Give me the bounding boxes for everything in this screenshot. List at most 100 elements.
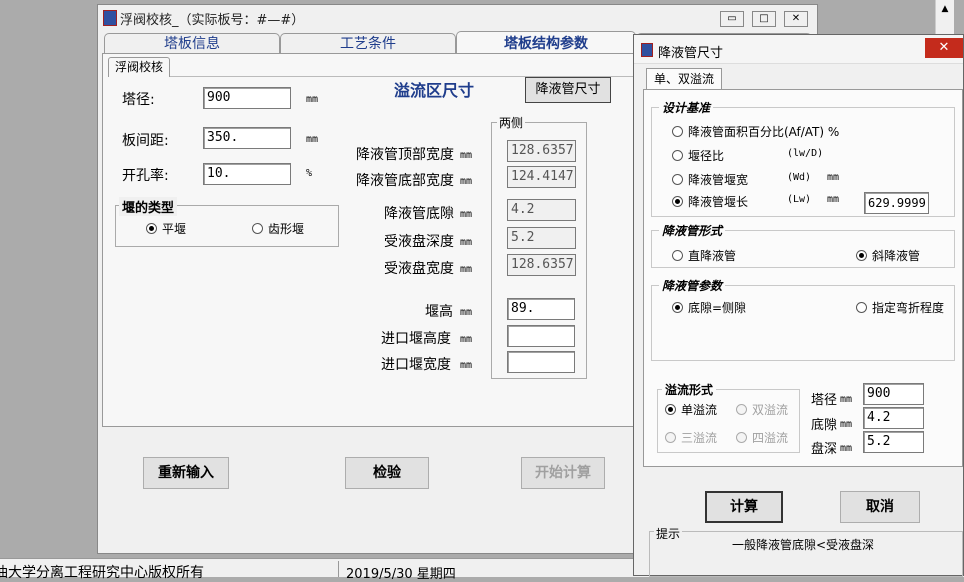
scroll-up-icon[interactable]: ▲ <box>936 0 954 14</box>
radio-selected-icon <box>665 404 676 415</box>
dialog-calc-button[interactable]: 计算 <box>705 491 783 523</box>
open-ratio-input[interactable]: 10. <box>203 163 291 185</box>
reset-button[interactable]: 重新输入 <box>143 457 229 489</box>
weir-height-label: 堰高 <box>425 304 453 320</box>
date-text: 2019/5/30 星期四 <box>346 567 456 582</box>
dialog-clearance-input[interactable]: 4.2 <box>863 407 924 429</box>
params-option-label: 指定弯折程度 <box>872 301 945 315</box>
row-label: 受液盘宽度 <box>384 261 454 277</box>
inlet-weir-width-label: 进口堰宽度 <box>381 357 451 373</box>
tab-plate-structure[interactable]: 塔板结构参数 <box>456 31 636 55</box>
row-unit: mm <box>460 209 473 220</box>
dialog-title-bar: 降液管尺寸 ✕ <box>634 35 963 64</box>
right-field-unit: mm <box>840 394 853 405</box>
right-field-label: 盘深 <box>811 442 838 457</box>
radio-selected-icon <box>146 223 157 234</box>
basis-sym: (Wd) <box>787 172 812 183</box>
double-overflow-radio[interactable]: 双溢流 <box>736 401 788 418</box>
downcomer-clearance-field: 4.2 <box>507 199 576 221</box>
dialog-close-button[interactable]: ✕ <box>925 38 963 58</box>
dialog-pan-depth-input[interactable]: 5.2 <box>863 431 924 453</box>
row-unit: mm <box>460 176 473 187</box>
minimize-button[interactable]: ▭ <box>720 11 744 27</box>
start-calc-button[interactable]: 开始计算 <box>521 457 605 489</box>
basis-sym: (lw/D) <box>787 148 824 159</box>
weir-tooth-radio[interactable]: 齿形堰 <box>252 220 304 237</box>
radio-icon <box>672 250 683 261</box>
inlet-weir-height-input[interactable] <box>507 325 575 347</box>
dialog-diameter-input[interactable]: 900 <box>863 383 924 405</box>
spacing-unit: mm <box>306 134 319 145</box>
sloped-downcomer-radio[interactable]: 斜降液管 <box>856 247 920 264</box>
quad-overflow-radio[interactable]: 四溢流 <box>736 429 788 446</box>
right-field-unit: mm <box>840 419 853 430</box>
specify-bend-radio[interactable]: 指定弯折程度 <box>856 299 944 316</box>
straight-downcomer-radio[interactable]: 直降液管 <box>672 247 736 264</box>
overflow-option-label: 双溢流 <box>752 403 789 417</box>
design-basis-title: 设计基准 <box>659 99 714 116</box>
inlet-weir-width-input[interactable] <box>507 351 575 373</box>
downcomer-size-button[interactable]: 降液管尺寸 <box>525 77 611 103</box>
close-button[interactable]: ✕ <box>784 11 808 27</box>
overflow-option-label: 三溢流 <box>681 431 718 445</box>
radio-icon <box>672 126 683 137</box>
tab-process-conditions[interactable]: 工艺条件 <box>280 33 456 53</box>
weir-flat-label: 平堰 <box>162 222 187 236</box>
row-label: 受液盘深度 <box>384 234 454 250</box>
dialog-title: 降液管尺寸 <box>658 46 724 61</box>
spacing-label: 板间距: <box>122 133 169 149</box>
downcomer-form-title: 降液管形式 <box>659 222 726 239</box>
radio-icon <box>665 432 676 443</box>
radio-selected-icon <box>856 250 867 261</box>
radio-icon <box>672 174 683 185</box>
check-button[interactable]: 检验 <box>345 457 429 489</box>
subtab-label: 浮阀校核 <box>114 60 163 74</box>
bottom-equals-side-radio[interactable]: 底隙=侧隙 <box>672 299 746 316</box>
downcomer-params-title: 降液管参数 <box>659 277 726 294</box>
weir-height-input[interactable]: 89. <box>507 298 575 320</box>
inlet-weir-height-label: 进口堰高度 <box>381 331 451 347</box>
open-ratio-label: 开孔率: <box>122 168 169 184</box>
row-label: 降液管顶部宽度 <box>356 147 454 163</box>
dialog-app-icon <box>641 43 653 57</box>
dialog-tab-overflow[interactable]: 单、双溢流 <box>646 68 722 90</box>
row-unit: mm <box>460 150 473 161</box>
spacing-input[interactable]: 350. <box>203 127 291 149</box>
tab-plate-info[interactable]: 塔板信息 <box>104 33 280 53</box>
downcomer-top-width-field: 128.6357 <box>507 140 576 162</box>
basis-weir-ratio-radio[interactable]: 堰径比 <box>672 147 724 164</box>
weir-length-input[interactable]: 629.9999 <box>864 192 929 214</box>
diameter-label: 塔径: <box>122 92 155 108</box>
basis-option-label: 降液管堰长 <box>688 195 749 209</box>
downcomer-dialog: 降液管尺寸 ✕ 单、双溢流 设计基准 降液管面积百分比(Af/AT) % 堰径比… <box>633 34 964 577</box>
diameter-input[interactable]: 900 <box>203 87 291 109</box>
radio-selected-icon <box>672 302 683 313</box>
maximize-button[interactable]: □ <box>752 11 776 27</box>
weir-flat-radio[interactable]: 平堰 <box>146 220 186 237</box>
basis-option-label: 堰径比 <box>688 149 725 163</box>
tab-label: 塔板信息 <box>164 36 220 52</box>
overflow-option-label: 单溢流 <box>681 403 718 417</box>
downcomer-params-group <box>651 285 955 361</box>
inlet-weir-width-unit: mm <box>460 360 473 371</box>
basis-weir-length-radio[interactable]: 降液管堰长 <box>672 193 748 210</box>
hint-text: 一般降液管底隙<受液盘深 <box>732 538 875 552</box>
radio-icon <box>252 223 263 234</box>
radio-icon <box>736 404 747 415</box>
form-option-label: 斜降液管 <box>872 249 921 263</box>
single-overflow-radio[interactable]: 单溢流 <box>665 401 717 418</box>
overflow-type-title: 溢流形式 <box>662 381 717 398</box>
diameter-unit: mm <box>306 94 319 105</box>
dialog-tab-label: 单、双溢流 <box>653 72 714 86</box>
triple-overflow-radio[interactable]: 三溢流 <box>665 429 717 446</box>
basis-weir-width-radio[interactable]: 降液管堰宽 <box>672 171 748 188</box>
dialog-cancel-button[interactable]: 取消 <box>840 491 920 523</box>
tab-label: 工艺条件 <box>340 36 396 52</box>
form-option-label: 直降液管 <box>688 249 737 263</box>
basis-area-percent-radio[interactable]: 降液管面积百分比(Af/AT) % <box>672 123 839 140</box>
right-field-label: 塔径 <box>811 393 838 408</box>
downcomer-bottom-width-field: 124.4147 <box>507 166 576 188</box>
row-label: 降液管底部宽度 <box>356 173 454 189</box>
subtab-valve-check[interactable]: 浮阀校核 <box>108 57 170 77</box>
main-title-bar: 浮阀校核_（实际板号：#—#） ▭ □ ✕ <box>98 5 817 31</box>
